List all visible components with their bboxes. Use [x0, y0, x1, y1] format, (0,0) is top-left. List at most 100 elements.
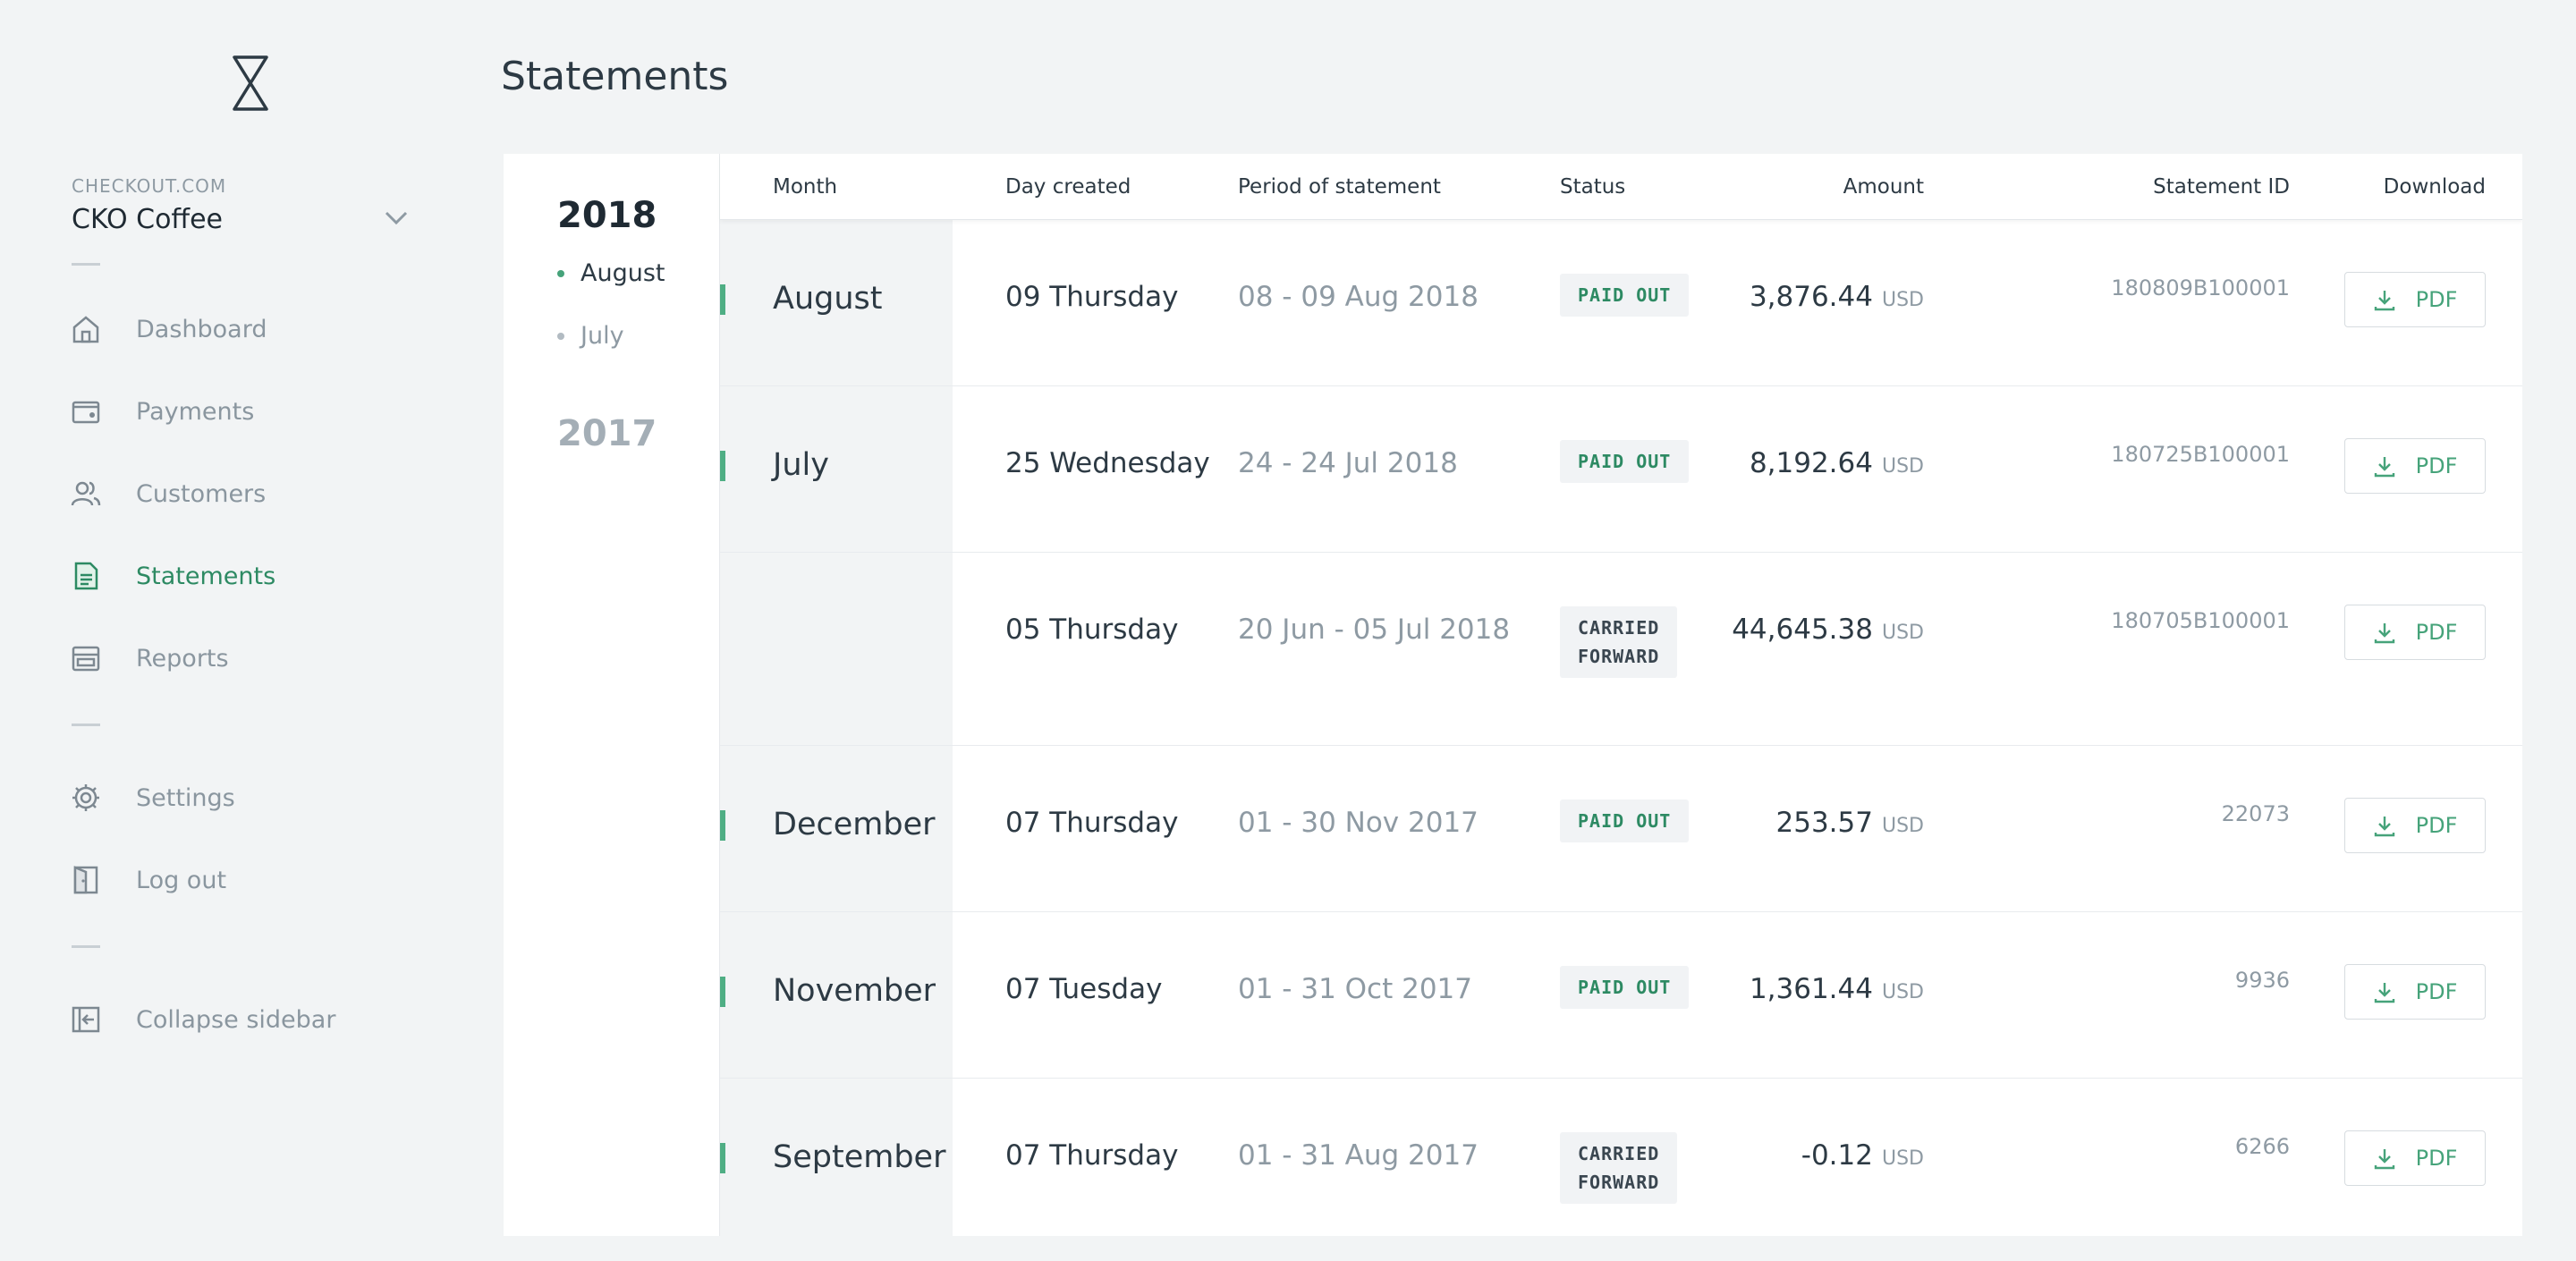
month-marker	[720, 810, 725, 841]
month-link-august[interactable]: August	[557, 259, 665, 287]
table-row: December 07 Thursday 01 - 30 Nov 2017 PA…	[720, 746, 2522, 912]
column-header-month: Month	[773, 175, 838, 199]
row-period: 01 - 31 Oct 2017	[1238, 973, 1472, 1005]
table-row: July 25 Wednesday 24 - 24 Jul 2018 PAID …	[720, 386, 2522, 553]
collapse-sidebar-button[interactable]: Collapse sidebar	[70, 997, 428, 1042]
row-amount: 1,361.44 USD	[1750, 973, 1924, 1005]
download-pdf-button[interactable]: PDF	[2344, 964, 2486, 1020]
amount-currency: USD	[1881, 815, 1924, 837]
amount-value: 44,645.38	[1732, 614, 1873, 646]
bullet-icon	[557, 332, 564, 340]
row-day-created: 09 Thursday	[1005, 281, 1179, 313]
sidebar-item-label: Payments	[136, 397, 255, 426]
divider	[72, 263, 100, 266]
row-statement-id: 180705B100001	[2111, 608, 2290, 633]
amount-value: 253.57	[1775, 807, 1873, 839]
table-row: September 07 Thursday 01 - 31 Aug 2017 C…	[720, 1079, 2522, 1236]
column-header-download: Download	[2383, 175, 2486, 199]
amount-currency: USD	[1881, 455, 1924, 478]
divider	[72, 945, 100, 948]
row-day-created: 05 Thursday	[1005, 614, 1179, 646]
sidebar-item-payments[interactable]: Payments	[70, 389, 428, 434]
column-header-status: Status	[1560, 175, 1626, 199]
row-amount: 3,876.44 USD	[1750, 281, 1924, 313]
amount-value: 3,876.44	[1749, 281, 1873, 313]
merchant-name[interactable]: CKO Coffee	[72, 204, 223, 235]
sidebar-item-label: Customers	[136, 479, 267, 508]
door-exit-icon	[70, 864, 102, 896]
row-amount: 253.57 USD	[1776, 807, 1925, 839]
month-marker	[720, 451, 725, 481]
status-badge: CARRIED FORWARD	[1560, 1132, 1678, 1204]
download-label: PDF	[2415, 287, 2458, 312]
row-period: 08 - 09 Aug 2018	[1238, 281, 1479, 313]
chevron-down-icon[interactable]	[383, 207, 410, 229]
row-amount: 44,645.38 USD	[1732, 614, 1924, 646]
status-badge: PAID OUT	[1560, 440, 1690, 483]
download-icon	[2374, 1149, 2394, 1170]
amount-value: 1,361.44	[1749, 973, 1873, 1005]
row-period: 24 - 24 Jul 2018	[1238, 447, 1458, 479]
merchant-label: CHECKOUT.COM	[72, 175, 227, 197]
year-2018[interactable]: 2018	[557, 195, 657, 236]
status-badge: PAID OUT	[1560, 966, 1690, 1009]
sidebar-item-logout[interactable]: Log out	[70, 858, 428, 902]
status-badge: PAID OUT	[1560, 800, 1690, 842]
page-title: Statements	[501, 54, 729, 99]
download-pdf-button[interactable]: PDF	[2344, 438, 2486, 494]
amount-currency: USD	[1881, 1147, 1924, 1170]
download-pdf-button[interactable]: PDF	[2344, 272, 2486, 327]
archive-icon	[70, 642, 102, 674]
checkout-logo-icon[interactable]	[224, 54, 277, 113]
download-pdf-button[interactable]: PDF	[2344, 1130, 2486, 1186]
row-day-created: 07 Tuesday	[1005, 973, 1163, 1005]
sidebar-item-reports[interactable]: Reports	[70, 636, 428, 681]
row-period: 01 - 31 Aug 2017	[1238, 1139, 1479, 1172]
row-period: 01 - 30 Nov 2017	[1238, 807, 1479, 839]
sidebar-item-label: Statements	[136, 562, 276, 590]
month-marker	[720, 1143, 725, 1173]
download-label: PDF	[2415, 1146, 2458, 1171]
month-marker	[720, 977, 725, 1007]
download-label: PDF	[2415, 813, 2458, 838]
download-label: PDF	[2415, 620, 2458, 645]
sidebar-item-statements[interactable]: Statements	[70, 554, 428, 598]
sidebar-item-label: Collapse sidebar	[136, 1005, 336, 1034]
amount-currency: USD	[1881, 981, 1924, 1003]
row-amount: -0.12 USD	[1801, 1139, 1924, 1172]
row-month: July	[773, 447, 829, 483]
statements-table: Month Day created Period of statement St…	[720, 154, 2522, 1236]
column-header-day: Day created	[1005, 175, 1131, 199]
year-2017[interactable]: 2017	[557, 413, 657, 454]
month-link-label: August	[580, 259, 665, 287]
row-statement-id: 6266	[2234, 1134, 2290, 1159]
month-link-july[interactable]: July	[557, 322, 624, 350]
month-link-label: July	[580, 322, 624, 350]
download-icon	[2374, 623, 2394, 644]
home-icon	[70, 313, 102, 345]
sidebar-item-settings[interactable]: Settings	[70, 775, 428, 820]
sidebar-item-dashboard[interactable]: Dashboard	[70, 307, 428, 351]
table-header: Month Day created Period of statement St…	[720, 154, 2522, 220]
download-icon	[2374, 457, 2394, 478]
row-statement-id: 180725B100001	[2111, 442, 2290, 467]
download-pdf-button[interactable]: PDF	[2344, 605, 2486, 660]
column-header-amount: Amount	[1843, 175, 1924, 199]
row-statement-id: 180809B100001	[2111, 275, 2290, 300]
row-statement-id: 22073	[2221, 801, 2290, 826]
download-pdf-button[interactable]: PDF	[2344, 798, 2486, 853]
statements-card: 2018 August July 2017 Month Day created …	[504, 154, 2522, 1236]
sidebar-item-customers[interactable]: Customers	[70, 471, 428, 516]
users-icon	[70, 478, 102, 510]
bullet-icon	[557, 269, 564, 277]
row-period: 20 Jun - 05 Jul 2018	[1238, 614, 1511, 646]
gear-icon	[70, 782, 102, 814]
table-row: 05 Thursday 20 Jun - 05 Jul 2018 CARRIED…	[720, 553, 2522, 746]
sidebar-item-label: Dashboard	[136, 315, 267, 343]
table-row: August 09 Thursday 08 - 09 Aug 2018 PAID…	[720, 220, 2522, 386]
sidebar-item-label: Settings	[136, 783, 235, 812]
amount-currency: USD	[1881, 289, 1924, 311]
row-month: November	[773, 973, 936, 1009]
row-month: August	[773, 281, 883, 317]
status-badge: PAID OUT	[1560, 274, 1690, 317]
